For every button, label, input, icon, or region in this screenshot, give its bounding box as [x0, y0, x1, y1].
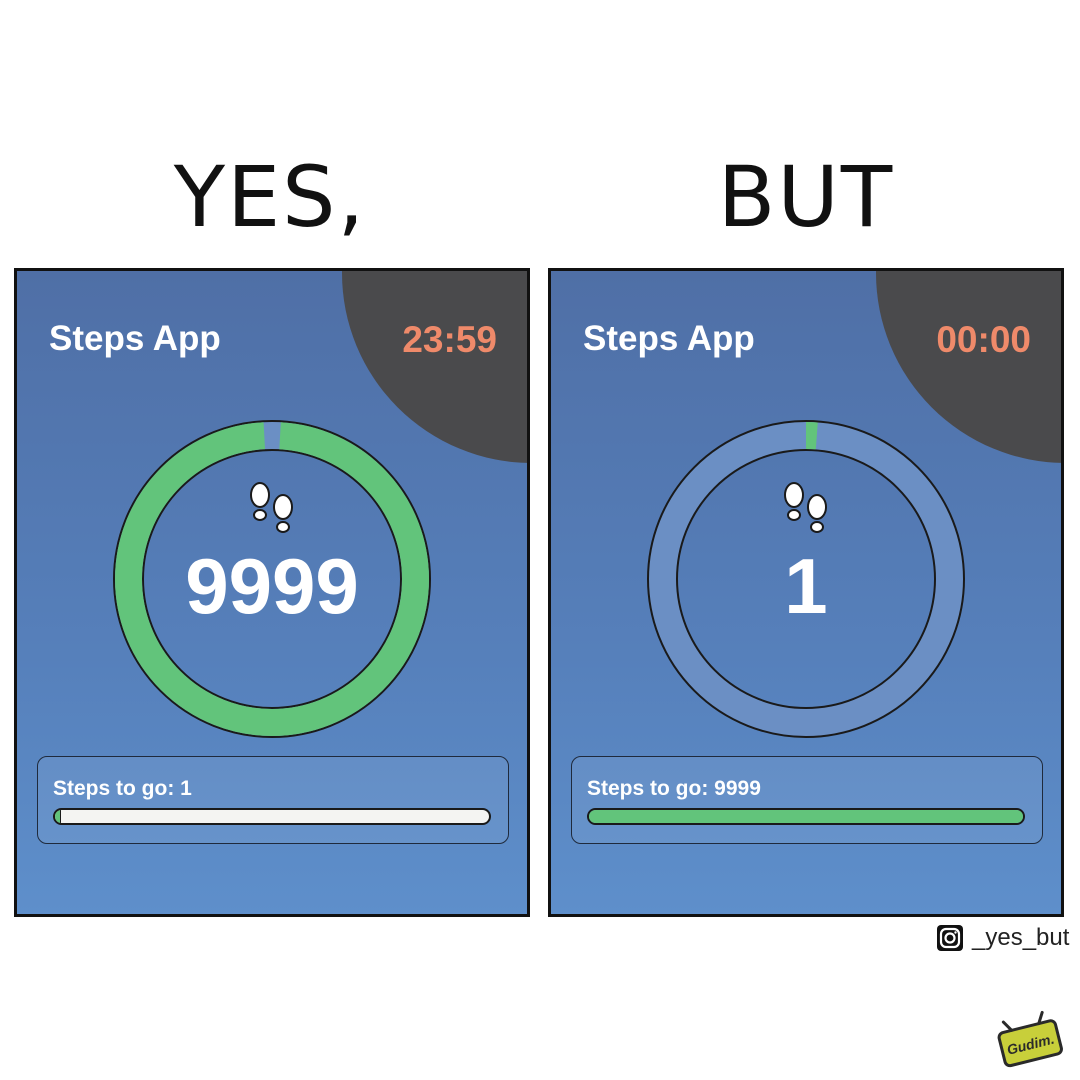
app-title: Steps App	[583, 319, 755, 358]
clock-time: 23:59	[402, 319, 497, 360]
steps-goal-card: Steps to go: 1	[37, 756, 509, 844]
steps-to-go-label: Steps to go: 9999	[587, 777, 761, 800]
goal-progress-fill	[589, 810, 1023, 823]
step-count: 9999	[185, 542, 359, 630]
heading-yes: YES,	[173, 148, 367, 246]
gudim-logo-badge: Gudim.	[997, 1010, 1063, 1068]
instagram-icon	[937, 925, 963, 951]
app-title: Steps App	[49, 319, 221, 358]
instagram-handle: _yes_but	[972, 924, 1070, 951]
heading-but: BUT	[717, 148, 895, 246]
steps-app-panel-left: Steps App 23:59 9999 Steps to go: 1	[14, 268, 530, 917]
goal-progress-bar	[53, 808, 491, 825]
footprints-icon	[784, 482, 827, 533]
goal-progress-fill	[55, 810, 62, 823]
step-count: 1	[784, 542, 828, 630]
instagram-credit: _yes_but	[936, 924, 1069, 952]
clock-time: 00:00	[936, 319, 1031, 360]
steps-goal-card: Steps to go: 9999	[571, 756, 1043, 844]
steps-app-panel-right: Steps App 00:00 1 Steps to go: 9999	[548, 268, 1064, 917]
footprints-icon	[250, 482, 293, 533]
goal-progress-bar	[587, 808, 1025, 825]
steps-to-go-label: Steps to go: 1	[53, 777, 192, 800]
